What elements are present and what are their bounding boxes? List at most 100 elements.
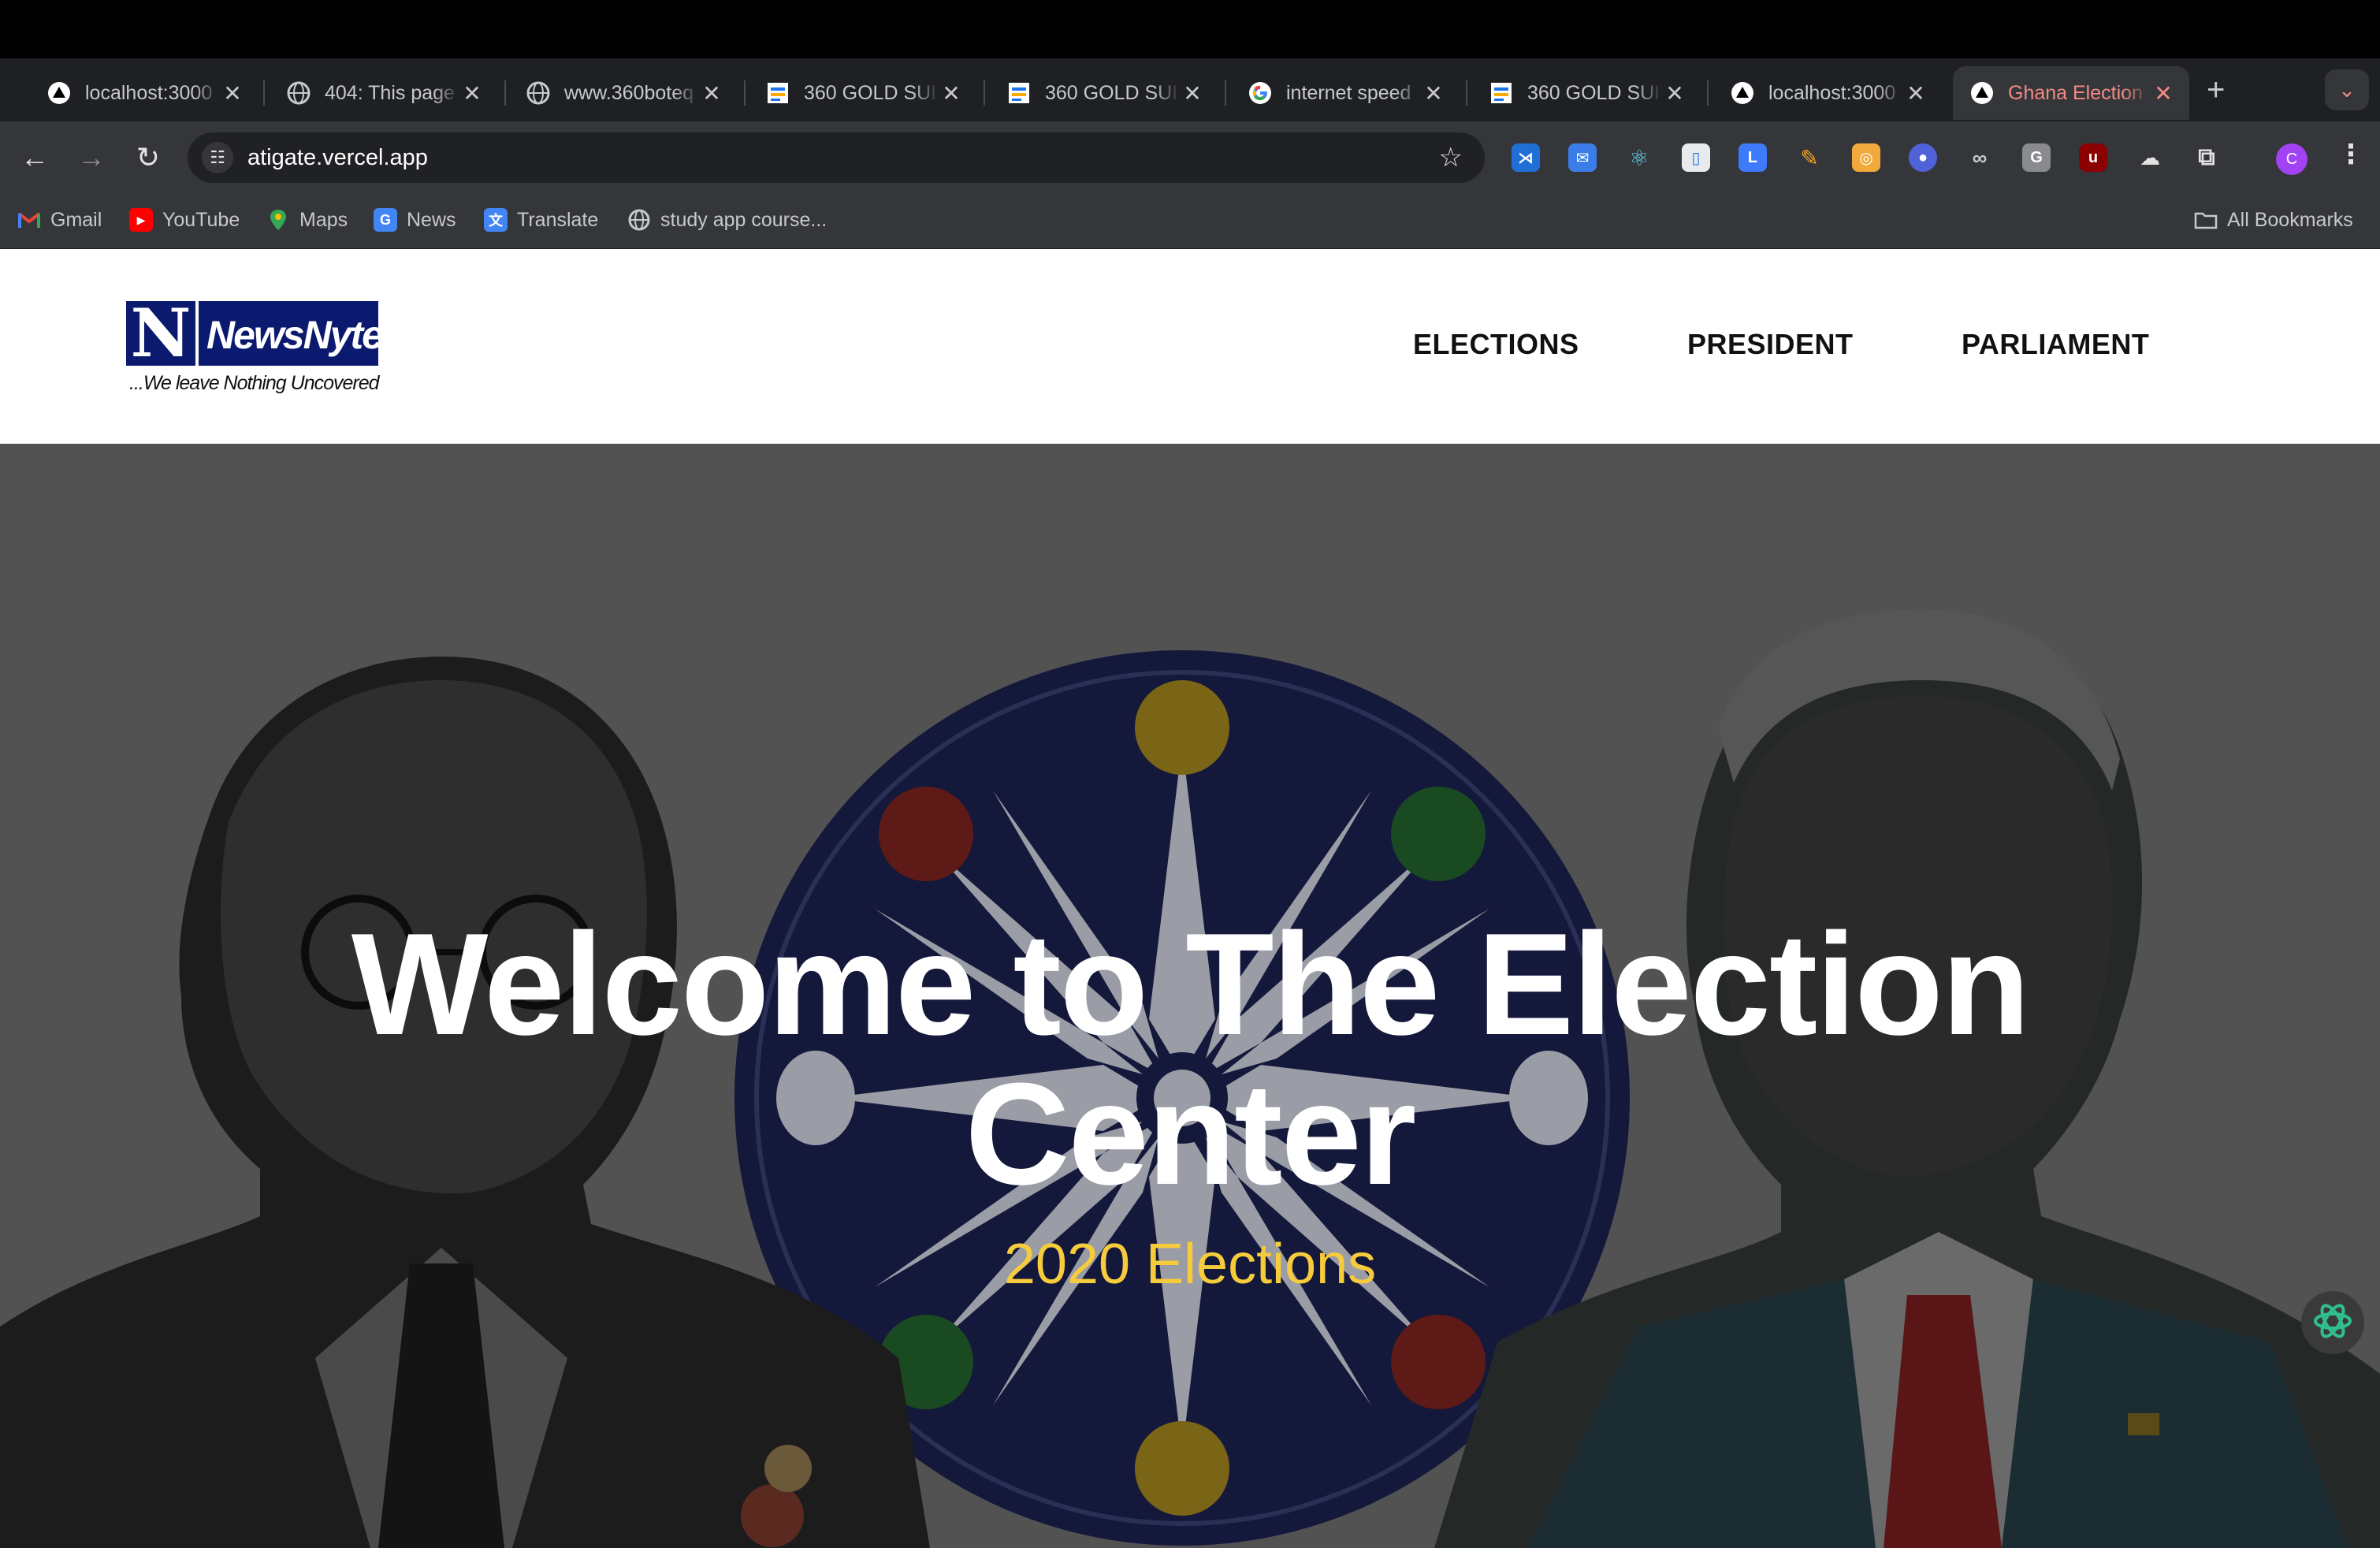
- hero-title: Welcome to The Election Center: [0, 909, 2380, 1208]
- suite-icon: [1489, 81, 1513, 105]
- nav-president[interactable]: PRESIDENT: [1687, 328, 1854, 361]
- bookmark-gmail[interactable]: Gmail: [17, 208, 102, 232]
- bookmarks-bar: Gmail ▶ YouTube Maps G News 文 Translate …: [0, 194, 2380, 249]
- close-icon[interactable]: ✕: [700, 80, 723, 106]
- nav-parliament[interactable]: PARLIAMENT: [1962, 328, 2149, 361]
- globe-icon: [627, 208, 651, 232]
- more-menu-icon[interactable]: ⋮: [2337, 139, 2364, 170]
- forward-button[interactable]: →: [73, 139, 110, 177]
- tab-title: 360 GOLD SUITE: [804, 81, 939, 104]
- tab-360-gold-suite-2[interactable]: 360 GOLD SUITE ✕: [990, 66, 1218, 120]
- tab-title: 404: This page: [325, 81, 455, 104]
- incognito-extension-icon[interactable]: ☁: [2136, 143, 2164, 172]
- reload-button[interactable]: ↻: [129, 139, 167, 177]
- google-icon: [1248, 81, 1272, 105]
- bookmark-translate[interactable]: 文 Translate: [484, 208, 598, 232]
- logo-tagline: ...We leave Nothing Uncovered: [129, 372, 380, 394]
- tab-404[interactable]: 404: This page ✕: [270, 66, 498, 120]
- ublock-extension-icon[interactable]: u: [2079, 143, 2107, 172]
- tab-search-button[interactable]: ⌄: [2325, 69, 2369, 110]
- news-icon: G: [374, 208, 397, 232]
- hero-subtitle: 2020 Elections: [1003, 1233, 1377, 1296]
- site-settings-icon[interactable]: ☷: [202, 142, 233, 173]
- tab-ghana-election[interactable]: Ghana Election ✕: [1953, 66, 2189, 120]
- back-button[interactable]: ←: [16, 139, 54, 177]
- suite-icon: [1007, 81, 1031, 105]
- tab-title: localhost:3000: [85, 81, 213, 104]
- tab-separator: [1707, 80, 1709, 106]
- tab-separator: [263, 80, 265, 106]
- logo-wordmark-box: NewsNyte: [199, 301, 384, 366]
- close-icon[interactable]: ✕: [221, 80, 244, 106]
- tab-localhost-1[interactable]: localhost:3000 ✕: [30, 66, 258, 120]
- triangle-icon: [1731, 81, 1754, 105]
- grammar-extension-icon[interactable]: G: [2022, 143, 2051, 172]
- logo-wordmark: NewsNyte: [206, 313, 384, 357]
- all-bookmarks-folder[interactable]: All Bookmarks: [2194, 208, 2353, 232]
- close-icon[interactable]: ✕: [460, 80, 484, 106]
- globe-icon: [287, 81, 311, 105]
- address-bar[interactable]: ☷ atigate.vercel.app ☆: [188, 132, 1485, 183]
- hero-section: Welcome to The Election Center 2020 Elec…: [0, 444, 2380, 1548]
- maps-pin-icon: [266, 208, 290, 232]
- triangle-icon: [47, 81, 71, 105]
- puzzle-icon[interactable]: ⧉: [2192, 143, 2221, 172]
- tab-360-gold-suite-1[interactable]: 360 GOLD SUITE ✕: [749, 66, 977, 120]
- ai-assistant-icon: [2311, 1299, 2355, 1347]
- tab-title: 360 GOLD SUITE: [1045, 81, 1181, 104]
- vscode-extension-icon[interactable]: ⋊: [1512, 143, 1540, 172]
- tab-strip: localhost:3000 ✕ 404: This page ✕ www.36…: [0, 58, 2380, 121]
- react-devtools-icon[interactable]: ⚛: [1625, 143, 1653, 172]
- site-header: N NewsNyte ...We leave Nothing Uncovered…: [0, 249, 2380, 444]
- bookmark-star-icon[interactable]: ☆: [1439, 142, 1463, 173]
- tab-360boteq[interactable]: www.360boteq ✕: [509, 66, 738, 120]
- bookmark-news[interactable]: G News: [374, 208, 456, 232]
- tab-title: Ghana Election: [2008, 81, 2143, 104]
- pen-extension-icon[interactable]: ✎: [1795, 143, 1824, 172]
- tab-separator: [744, 80, 746, 106]
- gmail-icon: [17, 208, 41, 232]
- translate-icon: 文: [484, 208, 508, 232]
- vpn-extension-icon[interactable]: ●: [1909, 143, 1937, 172]
- globe-icon: [526, 81, 550, 105]
- close-icon[interactable]: ✕: [1904, 80, 1928, 106]
- folder-icon: [2194, 208, 2218, 232]
- bookmark-maps[interactable]: Maps: [266, 208, 348, 232]
- tab-360-gold-suite-3[interactable]: 360 GOLD SUITE ✕: [1472, 66, 1701, 120]
- close-icon[interactable]: ✕: [939, 80, 963, 106]
- bookmark-study-app[interactable]: study app course...: [627, 208, 827, 232]
- window-titlebar: [0, 0, 2380, 58]
- new-tab-button[interactable]: +: [2207, 74, 2225, 106]
- colorzilla-extension-icon[interactable]: ◎: [1852, 143, 1880, 172]
- hero-title-line2: Center: [965, 1052, 1417, 1215]
- tab-separator: [504, 80, 506, 106]
- newsnyte-logo[interactable]: N NewsNyte ...We leave Nothing Uncovered: [126, 300, 384, 396]
- tab-title: 360 GOLD SUITE: [1527, 81, 1663, 104]
- close-icon[interactable]: ✕: [1181, 80, 1204, 106]
- web-page: N NewsNyte ...We leave Nothing Uncovered…: [0, 249, 2380, 1548]
- url-text[interactable]: atigate.vercel.app: [247, 145, 428, 171]
- tab-localhost-2[interactable]: localhost:3000 ✕: [1713, 66, 1942, 120]
- close-icon[interactable]: ✕: [1422, 80, 1445, 106]
- chevron-down-icon: ⌄: [2338, 77, 2356, 102]
- close-icon[interactable]: ✕: [1663, 80, 1686, 106]
- mail-extension-icon[interactable]: ✉: [1568, 143, 1597, 172]
- tab-separator: [1225, 80, 1226, 106]
- nav-elections[interactable]: ELECTIONS: [1413, 328, 1579, 361]
- hero-title-line1: Welcome to The Election: [351, 902, 2030, 1065]
- tab-title: www.360boteq: [564, 81, 694, 104]
- youtube-icon: ▶: [129, 208, 153, 232]
- l-extension-icon[interactable]: L: [1739, 143, 1767, 172]
- suite-icon: [766, 81, 790, 105]
- close-icon[interactable]: ✕: [2151, 80, 2175, 106]
- infinity-extension-icon[interactable]: ∞: [1965, 143, 1994, 172]
- profile-avatar[interactable]: C: [2276, 143, 2307, 175]
- triangle-icon: [1970, 81, 1994, 105]
- logo-letter: N: [126, 300, 195, 367]
- tab-title: localhost:3000: [1768, 81, 1896, 104]
- docs-extension-icon[interactable]: ▯: [1682, 143, 1710, 172]
- tab-internet-speed[interactable]: internet speed ✕: [1231, 66, 1460, 120]
- bookmark-youtube[interactable]: ▶ YouTube: [129, 208, 240, 232]
- tab-separator: [984, 80, 985, 106]
- assistant-widget-button[interactable]: [2301, 1291, 2364, 1354]
